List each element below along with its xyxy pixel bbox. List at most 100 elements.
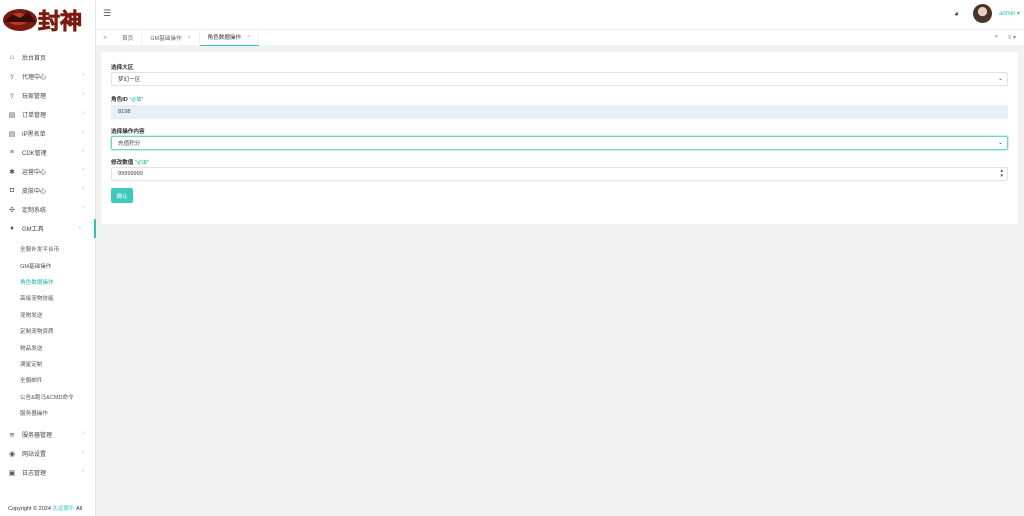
close-icon[interactable]: × — [188, 35, 191, 41]
sidebar-item-label: 后台首页 — [22, 56, 47, 62]
role-id-field[interactable]: 8198 — [111, 105, 1008, 119]
sidebar-item-label: IP黑名单 — [22, 132, 46, 138]
sidebar-item-label: CDK管理 — [22, 151, 47, 157]
settings-icon: ◉ — [8, 450, 16, 458]
chevron-icon: › — [82, 110, 84, 116]
role-id-label-text: 角色ID — [111, 97, 128, 103]
sidebar-item-label: 网站设置 — [22, 452, 47, 459]
tab-gm-basic[interactable]: GM基础操作 × — [142, 29, 200, 46]
custom-icon: ✣ — [9, 206, 15, 214]
chevron-down-icon: ⌄ — [997, 76, 1003, 82]
submenu-item[interactable]: 角色数据操作 — [20, 274, 96, 290]
sidebar-item-bulb[interactable]: ♦ GM工具 ⌄ — [0, 219, 96, 238]
role-data-form: 选择大区 梦幻一区 ⌄ 角色ID *必填* 8198 选择操作内容 充值积分 ⌄… — [101, 52, 1018, 224]
sidebar-item-label: 订单管理 — [22, 113, 47, 119]
sidebar-item-custom[interactable]: ✣ 定制系统 › — [0, 200, 96, 219]
submenu-item[interactable]: 满星定制 — [20, 356, 96, 372]
tab-bar: « 首页 GM基础操作 × 角色数据操作 × » ≡ ▾ — [96, 29, 1024, 46]
required-hint: *必填* — [134, 160, 149, 166]
submenu-item[interactable]: 物品发送 — [20, 339, 96, 355]
region-select[interactable]: 梦幻一区 ⌄ — [111, 72, 1008, 86]
submenu-item[interactable]: 服务器操作 — [20, 405, 96, 421]
submenu-item[interactable]: 宠物发送 — [20, 307, 96, 323]
submenu-item[interactable]: 公告&跑马&CMD命令 — [20, 389, 96, 405]
palette-icon[interactable]: ◕ — [954, 9, 959, 18]
chevron-icon: › — [82, 129, 84, 135]
home-icon: ⌂ — [9, 54, 15, 61]
submenu-item[interactable]: 全服邮件 — [20, 372, 96, 388]
operation-label: 选择操作内容 — [111, 129, 145, 135]
site-logo[interactable]: 封神 — [0, 0, 96, 40]
chevron-icon: › — [82, 468, 84, 475]
sidebar-item-users[interactable]: ﾂ 代理中心 › — [0, 67, 96, 86]
sidebar-item-wifi[interactable]: ≋ 服务器管理 › — [0, 425, 96, 444]
log-icon: ▣ — [8, 469, 16, 477]
sidebar-item-order[interactable]: ▤ 订单管理 › — [0, 105, 96, 124]
sidebar-item-log[interactable]: ▣ 日志管理 › — [0, 463, 96, 482]
tab-label: 首页 — [122, 35, 134, 42]
tab-label: GM基础操作 — [150, 35, 182, 42]
stepper-icon[interactable]: ▴ ▾ — [1000, 169, 1003, 179]
copyright-text: Copyright © 2024 — [8, 506, 53, 512]
skin-icon: ◘ — [9, 187, 15, 194]
tabs-prev-icon[interactable]: « — [96, 35, 114, 41]
submenu-item[interactable]: 全服补发平台币 — [20, 241, 96, 257]
modify-value-label-text: 修改数值 — [111, 160, 134, 166]
logo-text: 封神 — [38, 9, 82, 35]
role-id-label: 角色ID *必填* — [111, 95, 143, 103]
modify-value-input[interactable]: 99999999 ▴ ▾ — [111, 167, 1008, 181]
chevron-icon: › — [82, 449, 84, 456]
submenu-item[interactable]: 高级宠物技能 — [20, 290, 96, 306]
sidebar-item-cdk[interactable]: ≡ CDK管理 › — [0, 143, 96, 162]
sidebar-item-skin[interactable]: ◘ 皮肤中心 › — [0, 181, 96, 200]
modify-value-label: 修改数值 *必填* — [111, 158, 149, 166]
modify-value: 99999999 — [118, 171, 143, 177]
chevron-icon: › — [82, 167, 84, 173]
sidebar-item-label: 玩家管理 — [22, 94, 47, 100]
cdk-icon: ≡ — [9, 149, 15, 156]
sidebar-item-settings[interactable]: ◉ 网站设置 › — [0, 444, 96, 463]
tab-role-data[interactable]: 角色数据操作 × — [199, 29, 260, 46]
submenu-item[interactable]: 定制宠物资质 — [20, 323, 96, 339]
close-icon[interactable]: × — [247, 34, 250, 40]
sidebar-item-blacklist[interactable]: ▤ IP黑名单 › — [0, 124, 96, 143]
required-hint: *必填* — [129, 97, 144, 103]
sidebar-nav: ⌂ 后台首页 ﾂ 代理中心 › ﾂ 玩家管理 › ▤ 订单管理 › ▤ IP黑名单 › ≡ CDK管理 › ✱ 运营… — [0, 48, 96, 482]
chevron-icon: › — [82, 72, 84, 78]
user-menu[interactable]: admin ▾ — [999, 10, 1020, 17]
avatar[interactable] — [973, 4, 992, 23]
tabs-next-icon[interactable]: » — [995, 34, 998, 40]
users-icon: ﾂ — [10, 73, 14, 81]
copyright: Copyright © 2024 久远娱乐 All — [8, 504, 82, 512]
menu-toggle-icon[interactable]: ☰ — [103, 8, 111, 19]
submenu-item[interactable]: GM基础操作 — [20, 257, 96, 273]
order-icon: ▤ — [8, 111, 16, 119]
bulb-icon: ♦ — [10, 225, 14, 232]
sidebar-item-people[interactable]: ﾂ 玩家管理 › — [0, 86, 96, 105]
role-id-value: 8198 — [118, 109, 131, 115]
sidebar-item-home[interactable]: ⌂ 后台首页 — [0, 48, 96, 67]
sidebar-bottom-group: ≋ 服务器管理 › ◉ 网站设置 › ▣ 日志管理 › — [0, 425, 96, 482]
sidebar-item-label: GM工具 — [22, 227, 44, 233]
chevron-icon: › — [82, 186, 84, 192]
sidebar-item-label: 日志管理 — [22, 471, 47, 478]
gear-icon: ✱ — [9, 168, 15, 176]
tab-home[interactable]: 首页 — [114, 29, 143, 46]
operation-select[interactable]: 充值积分 ⌄ — [111, 136, 1008, 150]
sidebar-item-gear[interactable]: ✱ 运营中心 › — [0, 162, 96, 181]
chevron-icon: › — [82, 205, 84, 211]
sidebar-item-label: 代理中心 — [22, 75, 47, 81]
operation-value: 充值积分 — [118, 141, 141, 147]
chevron-down-icon: ⌄ — [997, 140, 1003, 146]
copyright-link[interactable]: 久远娱乐 — [52, 506, 74, 512]
submit-button[interactable]: 确认 — [111, 188, 133, 203]
blacklist-icon: ▤ — [8, 130, 16, 138]
chevron-icon: ⌄ — [77, 224, 82, 230]
sidebar-item-label: 运营中心 — [22, 170, 47, 176]
tab-label: 角色数据操作 — [207, 35, 242, 41]
tabs-menu-icon[interactable]: ≡ ▾ — [1008, 34, 1016, 41]
chevron-icon: › — [82, 148, 84, 154]
sidebar: 封神 ⌂ 后台首页 ﾂ 代理中心 › ﾂ 玩家管理 › ▤ 订单管理 › ▤ IP黑名单 › ≡ CDK管理 ›… — [0, 0, 96, 516]
sidebar-item-label: 服务器管理 — [22, 433, 53, 440]
sidebar-item-label: 定制系统 — [22, 208, 47, 214]
